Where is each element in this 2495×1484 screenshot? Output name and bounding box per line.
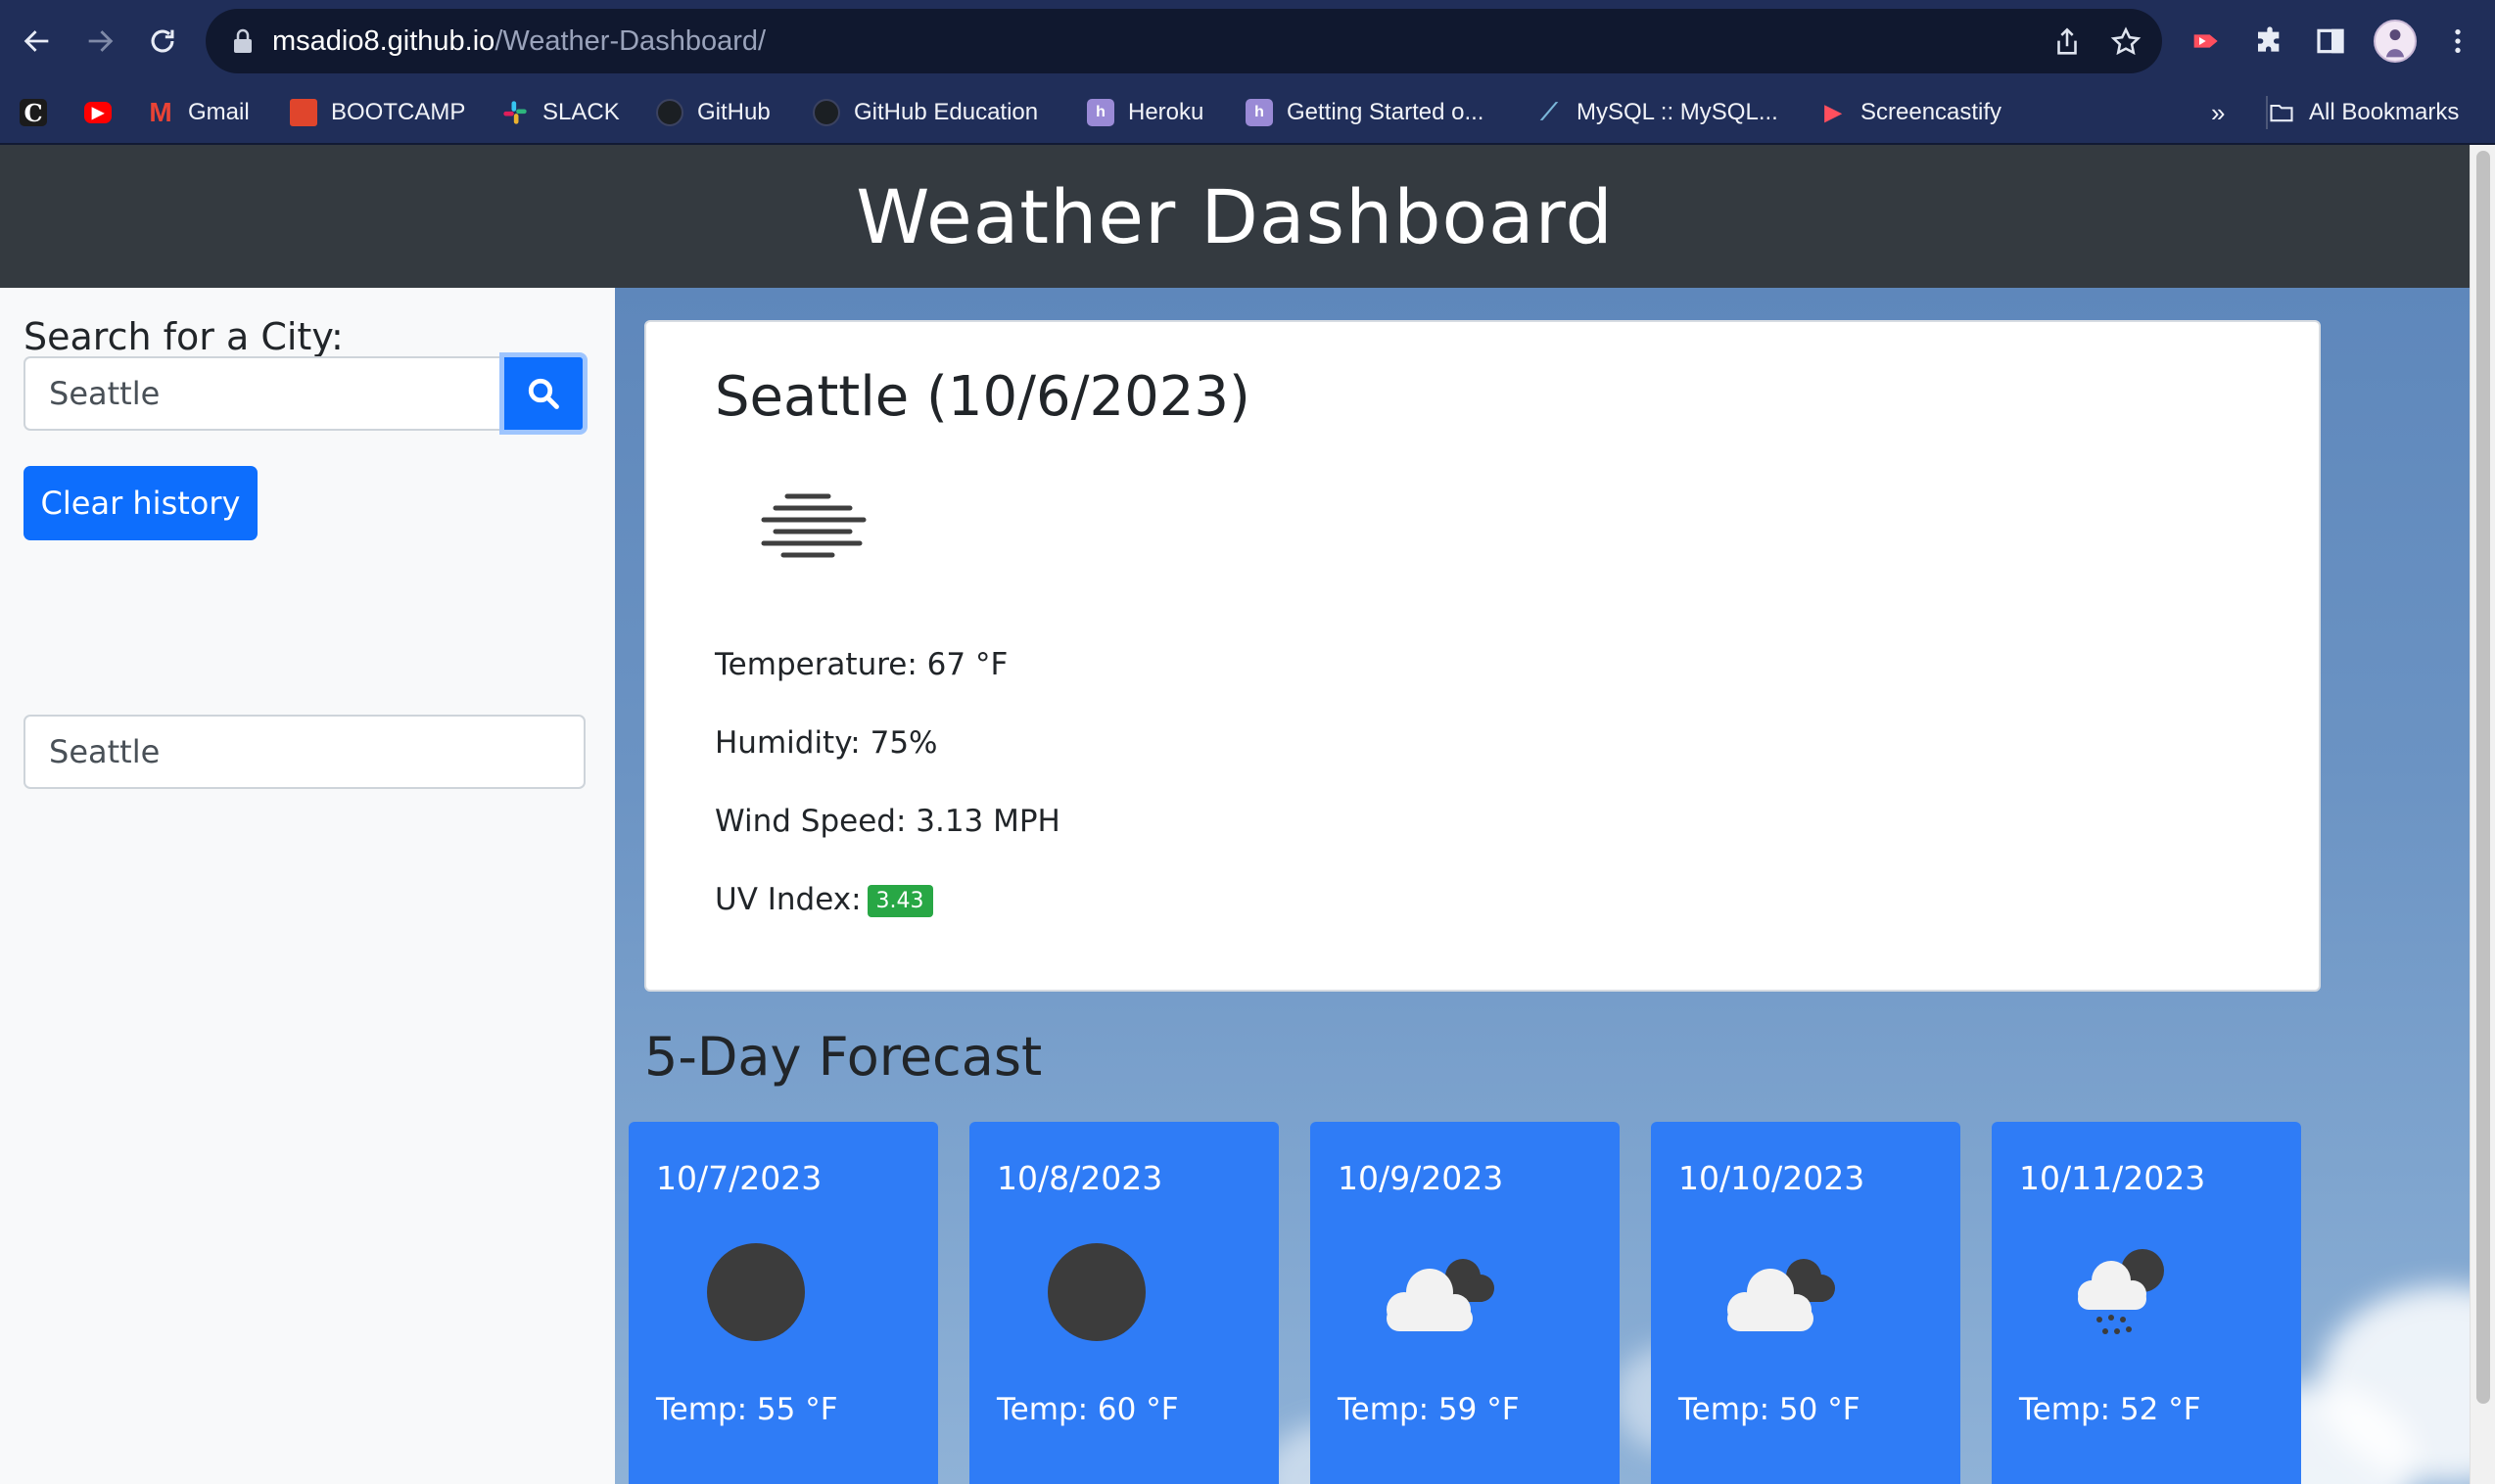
- forecast-card: 10/9/2023 Temp: 59 °F: [1310, 1122, 1620, 1484]
- bookmark-youtube[interactable]: ▶: [84, 82, 125, 143]
- bookmarks-bar: C ▶ M Gmail BOOTCAMP SLACK GitHub GitHub …: [0, 82, 2495, 145]
- profile-avatar[interactable]: [2374, 20, 2417, 63]
- forecast-temp: Temp: 59 °F: [1338, 1392, 1520, 1427]
- bookmark-github[interactable]: GitHub: [656, 82, 771, 143]
- broken-clouds-icon: [1727, 1259, 1835, 1331]
- forecast-date: 10/8/2023: [997, 1159, 1163, 1197]
- search-sidebar: Search for a City: Clear history Seattle: [0, 288, 615, 1484]
- city-date-heading: Seattle (10/6/2023): [715, 365, 1250, 429]
- youtube-icon: ▶: [84, 102, 112, 123]
- github-icon: [813, 99, 840, 126]
- forecast-temp: Temp: 50 °F: [1678, 1392, 1860, 1427]
- clear-night-icon: [707, 1243, 805, 1341]
- search-button[interactable]: [499, 352, 588, 435]
- city-search-input[interactable]: [24, 356, 499, 431]
- temperature-text: Temperature: 67 °F: [715, 647, 1009, 682]
- bookmark-heroku[interactable]: h Heroku: [1087, 82, 1203, 143]
- reload-button[interactable]: [139, 18, 186, 65]
- scrollbar-thumb[interactable]: [2476, 151, 2490, 1404]
- forecast-temp: Temp: 55 °F: [656, 1392, 838, 1427]
- forecast-date: 10/9/2023: [1338, 1159, 1504, 1197]
- share-icon[interactable]: [2050, 25, 2084, 59]
- heroku-icon: h: [1246, 99, 1273, 126]
- arrow-right-icon: [88, 30, 114, 52]
- humidity-text: Humidity: 75%: [715, 725, 938, 761]
- broken-clouds-icon: [1387, 1259, 1494, 1331]
- forecast-date: 10/10/2023: [1678, 1159, 1865, 1197]
- bootcamp-icon: [290, 99, 317, 126]
- url-text: msadio8.github.io/Weather-Dashboard/: [272, 25, 767, 57]
- page-title: Weather Dashboard: [856, 172, 1614, 260]
- screencastify-icon: ▶: [1824, 100, 1842, 124]
- forecast-card: 10/10/2023 Temp: 50 °F: [1651, 1122, 1960, 1484]
- bookmark-gmail[interactable]: M Gmail: [147, 82, 249, 143]
- forecast-temp: Temp: 52 °F: [2019, 1392, 2201, 1427]
- heroku-icon: h: [1087, 99, 1114, 126]
- screencastify-extension-icon[interactable]: [2188, 22, 2227, 61]
- history-item[interactable]: Seattle: [24, 715, 586, 789]
- page-viewport: Weather Dashboard Search for a City: Cle…: [0, 145, 2495, 1484]
- side-panel-icon[interactable]: [2311, 22, 2350, 61]
- uv-index-label: UV Index:: [715, 882, 862, 917]
- reload-icon: [151, 29, 174, 53]
- bookmark-getting-started[interactable]: h Getting Started o...: [1246, 82, 1483, 143]
- search-label: Search for a City:: [24, 315, 344, 358]
- browser-toolbar: msadio8.github.io/Weather-Dashboard/: [0, 0, 2495, 82]
- bookmarks-overflow-button[interactable]: »: [2211, 82, 2225, 143]
- extensions-puzzle-icon[interactable]: [2250, 22, 2289, 61]
- back-button[interactable]: [14, 18, 61, 65]
- bookmark-star-icon[interactable]: [2109, 25, 2142, 59]
- forecast-temp: Temp: 60 °F: [997, 1392, 1179, 1427]
- slack-icon: [501, 99, 529, 126]
- forecast-date: 10/7/2023: [656, 1159, 823, 1197]
- forecast-card: 10/8/2023 Temp: 60 °F: [969, 1122, 1279, 1484]
- uv-index-badge: 3.43: [867, 885, 933, 917]
- address-bar[interactable]: msadio8.github.io/Weather-Dashboard/: [206, 9, 2162, 73]
- lock-icon: [234, 28, 252, 53]
- forecast-card: 10/7/2023 Temp: 55 °F: [629, 1122, 938, 1484]
- forecast-card: 10/11/2023 Temp: 52 °F: [1992, 1122, 2301, 1484]
- weather-main: Seattle (10/6/2023) Temperature: 67 °F H…: [615, 288, 2470, 1484]
- forecast-heading: 5-Day Forecast: [644, 1026, 1043, 1088]
- bookmark-slack[interactable]: SLACK: [501, 82, 620, 143]
- wind-speed-text: Wind Speed: 3.13 MPH: [715, 804, 1060, 839]
- bookmark-c[interactable]: C: [20, 82, 61, 143]
- rain-icon: [2078, 1249, 2164, 1334]
- c-icon: C: [20, 99, 47, 127]
- gmail-icon: M: [149, 97, 172, 127]
- mist-icon: [761, 493, 867, 558]
- all-bookmarks-button[interactable]: All Bookmarks: [2268, 82, 2459, 143]
- bookmark-mysql[interactable]: ⟋ MySQL :: MySQL...: [1535, 82, 1778, 143]
- current-weather-card: Seattle (10/6/2023) Temperature: 67 °F H…: [644, 320, 2321, 992]
- bookmark-screencastify[interactable]: ▶ Screencastify: [1819, 82, 2002, 143]
- bookmark-bootcamp[interactable]: BOOTCAMP: [290, 82, 465, 143]
- github-icon: [656, 99, 683, 126]
- mysql-icon: ⟋: [1540, 99, 1558, 125]
- clear-history-button[interactable]: Clear history: [24, 466, 258, 540]
- bookmark-github-education[interactable]: GitHub Education: [813, 82, 1038, 143]
- site-header: Weather Dashboard: [0, 145, 2470, 288]
- chrome-menu-icon[interactable]: [2438, 22, 2477, 61]
- uv-index-row: UV Index: 3.43: [715, 882, 933, 917]
- arrow-left-icon: [24, 30, 49, 52]
- page-scrollbar[interactable]: [2470, 145, 2495, 1484]
- forward-button[interactable]: [76, 18, 123, 65]
- forecast-date: 10/11/2023: [2019, 1159, 2206, 1197]
- clear-night-icon: [1048, 1243, 1146, 1341]
- search-icon: [528, 378, 559, 409]
- folder-icon: [2268, 99, 2295, 126]
